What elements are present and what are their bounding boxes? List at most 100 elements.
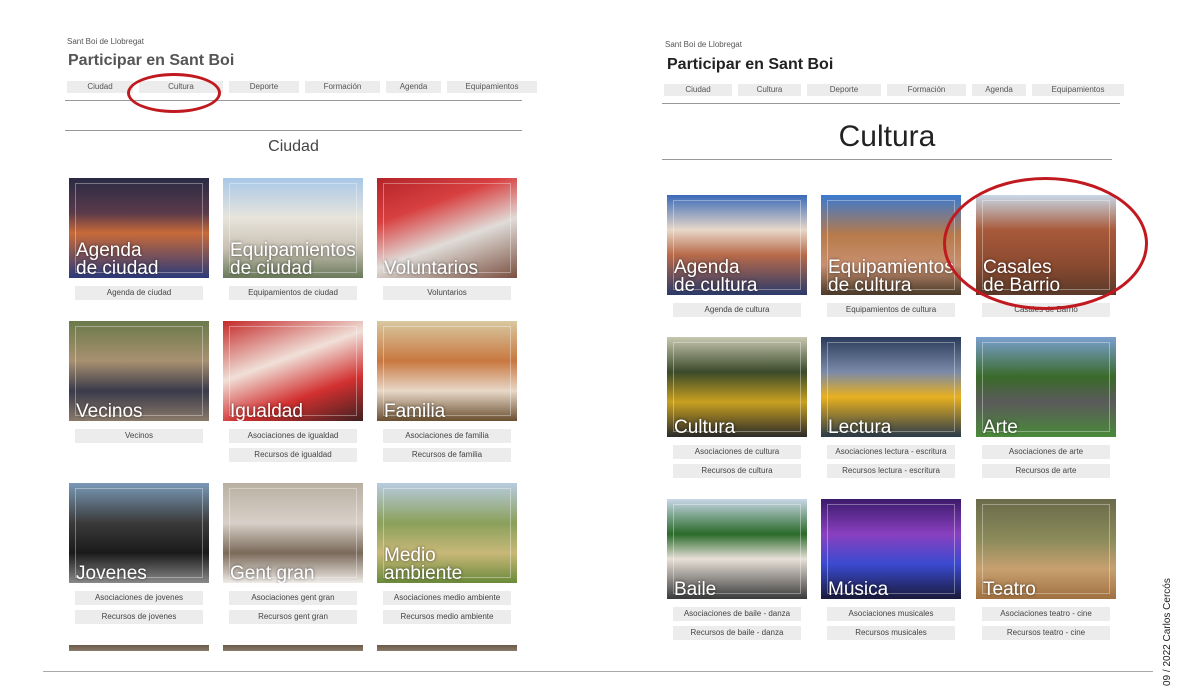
tile-label: Gent gran: [230, 563, 315, 583]
tile-button[interactable]: Asociaciones de familia: [383, 429, 511, 443]
tile-voluntarios: Voluntarios Voluntarios: [377, 178, 517, 300]
section-divider: [65, 130, 522, 131]
tile-image[interactable]: Vecinos: [69, 321, 209, 421]
tile-button[interactable]: Recursos musicales: [827, 626, 955, 640]
tile-image[interactable]: Voluntarios: [377, 178, 517, 278]
tile-label: Música: [828, 579, 889, 599]
tile-image[interactable]: Arte: [976, 337, 1116, 437]
tile-cultura: Cultura Asociaciones de cultura Recursos…: [667, 337, 807, 478]
tile-button[interactable]: Asociaciones lectura - escritura: [827, 445, 955, 459]
nav-item-agenda[interactable]: Agenda: [972, 84, 1026, 96]
tile-button[interactable]: Recursos de baile - danza: [673, 626, 801, 640]
tile-button[interactable]: Vecinos: [75, 429, 203, 443]
highlight-oval: [127, 73, 221, 113]
bottom-divider: [43, 671, 1153, 672]
tile-image[interactable]: Jovenes: [69, 483, 209, 583]
highlight-oval: [943, 177, 1148, 310]
tile-button[interactable]: Recursos lectura - escritura: [827, 464, 955, 478]
tile-agenda-de-ciudad: Agenda de ciudad Agenda de ciudad: [69, 178, 209, 300]
tile-musica: Música Asociaciones musicales Recursos m…: [821, 499, 961, 640]
tile-button[interactable]: Recursos medio ambiente: [383, 610, 511, 624]
tile-familia: Familia Asociaciones de familia Recursos…: [377, 321, 517, 462]
tile-label: Medio ambiente: [384, 545, 463, 583]
tile-button[interactable]: Asociaciones de igualdad: [229, 429, 357, 443]
nav-item-ciudad[interactable]: Ciudad: [664, 84, 732, 96]
tile-igualdad: Igualdad Asociaciones de igualdad Recurs…: [223, 321, 363, 462]
tile-label: Arte: [983, 417, 1018, 437]
right-page-screenshot: Sant Boi de Llobregat Participar en Sant…: [600, 0, 1160, 700]
site-title[interactable]: Participar en Sant Boi: [68, 52, 234, 70]
tile-button[interactable]: Agenda de ciudad: [75, 286, 203, 300]
tile-image[interactable]: Teatro: [976, 499, 1116, 599]
tile-button[interactable]: Asociaciones medio ambiente: [383, 591, 511, 605]
tile-label: Teatro: [983, 579, 1036, 599]
section-heading: Cultura: [838, 120, 936, 153]
site-title[interactable]: Participar en Sant Boi: [667, 56, 833, 74]
tile-image[interactable]: Medio ambiente: [377, 483, 517, 583]
tile-equipamientos-de-ciudad: Equipamientos de ciudad Equipamientos de…: [223, 178, 363, 300]
tile-button[interactable]: Asociaciones gent gran: [229, 591, 357, 605]
tile-image[interactable]: Baile: [667, 499, 807, 599]
tile-button[interactable]: Asociaciones de arte: [982, 445, 1110, 459]
tile-arte: Arte Asociaciones de arte Recursos de ar…: [976, 337, 1116, 478]
tile-label: Voluntarios: [384, 258, 479, 278]
tile-label: Jovenes: [76, 563, 147, 583]
tile-label: Agenda de ciudad: [76, 240, 159, 278]
tile-teatro: Teatro Asociaciones teatro - cine Recurs…: [976, 499, 1116, 640]
nav-item-cultura[interactable]: Cultura: [738, 84, 801, 96]
tile-gent-gran: Gent gran Asociaciones gent gran Recurso…: [223, 483, 363, 624]
tile-image[interactable]: Agenda de cultura: [667, 195, 807, 295]
tile-button[interactable]: Asociaciones teatro - cine: [982, 607, 1110, 621]
tile-button[interactable]: Recursos gent gran: [229, 610, 357, 624]
nav-item-agenda[interactable]: Agenda: [386, 81, 441, 93]
left-page-screenshot: Sant Boi de Llobregat Participar en Sant…: [0, 0, 600, 700]
nav-item-formacion[interactable]: Formación: [305, 81, 380, 93]
site-name: Sant Boi de Llobregat: [665, 40, 742, 49]
tile-jovenes: Jovenes Asociaciones de jovenes Recursos…: [69, 483, 209, 624]
credit-text: 09 / 2022 Carlos Cercós: [1162, 578, 1173, 686]
tile-button[interactable]: Voluntarios: [383, 286, 511, 300]
tile-button[interactable]: Recursos de igualdad: [229, 448, 357, 462]
tile-medio-ambiente: Medio ambiente Asociaciones medio ambien…: [377, 483, 517, 624]
tile-image-partial[interactable]: [69, 645, 209, 651]
tile-label: Equipamientos de ciudad: [230, 240, 356, 278]
tile-baile: Baile Asociaciones de baile - danza Recu…: [667, 499, 807, 640]
site-name: Sant Boi de Llobregat: [67, 37, 144, 46]
section-heading: Ciudad: [268, 138, 319, 155]
tile-image[interactable]: Cultura: [667, 337, 807, 437]
tile-button[interactable]: Recursos de arte: [982, 464, 1110, 478]
tile-image[interactable]: Lectura: [821, 337, 961, 437]
tile-button[interactable]: Recursos de cultura: [673, 464, 801, 478]
tile-label: Igualdad: [230, 401, 303, 421]
tile-image-partial[interactable]: [223, 645, 363, 651]
nav-item-deporte[interactable]: Deporte: [229, 81, 299, 93]
tile-button[interactable]: Recursos de jovenes: [75, 610, 203, 624]
tile-button[interactable]: Equipamientos de cultura: [827, 303, 955, 317]
tile-button[interactable]: Asociaciones de baile - danza: [673, 607, 801, 621]
tile-label: Familia: [384, 401, 446, 421]
tile-button[interactable]: Asociaciones musicales: [827, 607, 955, 621]
tile-vecinos: Vecinos Vecinos: [69, 321, 209, 443]
nav-item-ciudad[interactable]: Ciudad: [67, 81, 133, 93]
nav-item-equipamientos[interactable]: Equipamientos: [1032, 84, 1124, 96]
tile-button[interactable]: Asociaciones de jovenes: [75, 591, 203, 605]
tile-image[interactable]: Equipamientos de cultura: [821, 195, 961, 295]
tile-image[interactable]: Igualdad: [223, 321, 363, 421]
tile-label: Lectura: [828, 417, 892, 437]
tile-label: Agenda de cultura: [674, 257, 758, 295]
tile-button[interactable]: Asociaciones de cultura: [673, 445, 801, 459]
tile-image[interactable]: Familia: [377, 321, 517, 421]
nav-item-equipamientos[interactable]: Equipamientos: [447, 81, 537, 93]
tile-image[interactable]: Equipamientos de ciudad: [223, 178, 363, 278]
tile-image[interactable]: Gent gran: [223, 483, 363, 583]
tile-image[interactable]: Música: [821, 499, 961, 599]
tile-image-partial[interactable]: [377, 645, 517, 651]
tile-button[interactable]: Equipamientos de ciudad: [229, 286, 357, 300]
tile-button[interactable]: Agenda de cultura: [673, 303, 801, 317]
tile-label: Cultura: [674, 417, 736, 437]
nav-item-formacion[interactable]: Formación: [887, 84, 966, 96]
tile-button[interactable]: Recursos de familia: [383, 448, 511, 462]
nav-item-deporte[interactable]: Deporte: [807, 84, 881, 96]
tile-button[interactable]: Recursos teatro - cine: [982, 626, 1110, 640]
tile-image[interactable]: Agenda de ciudad: [69, 178, 209, 278]
